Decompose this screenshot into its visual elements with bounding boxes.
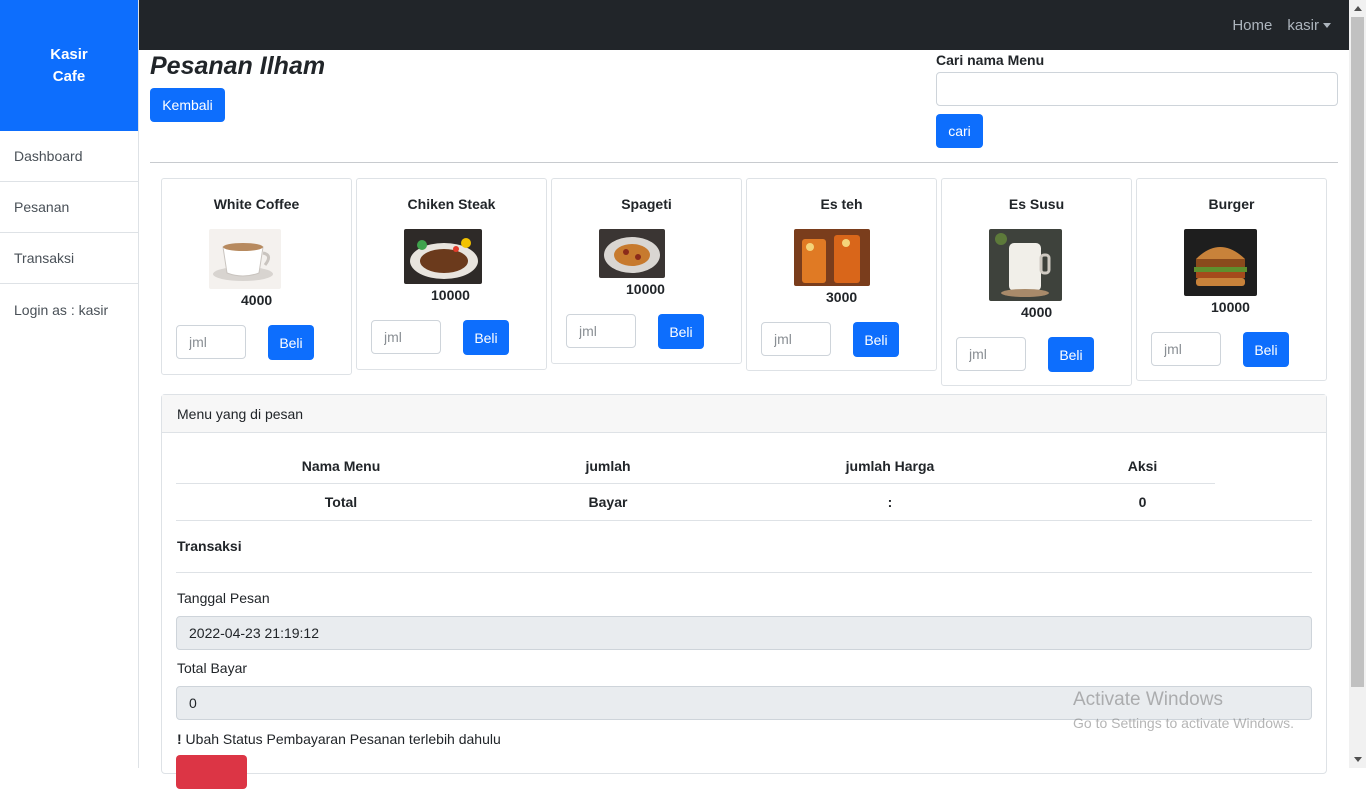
sidebar-login-info: Login as : kasir [14, 301, 109, 318]
menu-name: Es teh [820, 196, 863, 212]
payment-warning: ! Ubah Status Pembayaran Pesanan terlebi… [177, 731, 501, 747]
menu-name: Es Susu [1008, 196, 1065, 212]
white-coffee-image [209, 229, 281, 289]
date-label: Tanggal Pesan [177, 590, 270, 606]
search-input[interactable] [936, 72, 1338, 106]
quantity-input[interactable] [1151, 332, 1221, 366]
total-label: Total Bayar [177, 660, 248, 676]
brand[interactable]: Kasir Cafe [0, 0, 138, 131]
scroll-down-button[interactable] [1349, 751, 1366, 768]
scroll-up-button[interactable] [1349, 0, 1366, 17]
scroll-thumb[interactable] [1351, 17, 1364, 687]
menu-name: Chiken Steak [407, 196, 496, 212]
user-name: kasir [1287, 16, 1319, 34]
chevron-down-icon [1323, 23, 1331, 29]
menu-name: Burger [1208, 196, 1255, 212]
sidebar: Kasir Cafe Dashboard Pesanan Transaksi L… [0, 0, 139, 768]
menu-card-white-coffee: White Coffee 4000 Beli [161, 178, 352, 375]
buy-button[interactable]: Beli [463, 320, 509, 355]
total-cell: : [887, 494, 893, 510]
divider [176, 520, 1312, 521]
divider [176, 572, 1312, 573]
order-total-row: Total Bayar : 0 [176, 484, 1215, 520]
menu-card-burger: Burger 10000 Beli [1136, 178, 1327, 381]
arrow-up-icon [1353, 6, 1362, 11]
es-teh-image [794, 229, 870, 286]
total-cell: Total [324, 494, 358, 510]
order-date-field[interactable]: 2022-04-23 21:19:12 [176, 616, 1312, 650]
nav-home-link[interactable]: Home [1232, 17, 1272, 34]
activate-windows-hint: Go to Settings to activate Windows. [1073, 715, 1294, 731]
buy-button[interactable]: Beli [1243, 332, 1289, 367]
page-title: Pesanan Ilham [150, 52, 326, 80]
column-header: jumlah Harga [845, 458, 935, 474]
menu-price: 10000 [1211, 299, 1250, 315]
buy-button[interactable]: Beli [268, 325, 314, 360]
menu-price: 4000 [1021, 304, 1053, 320]
user-dropdown[interactable]: kasir [1287, 17, 1331, 34]
spageti-image [599, 229, 665, 278]
chiken-steak-image [404, 229, 482, 284]
activate-windows-watermark: Activate Windows [1073, 689, 1223, 710]
sidebar-item-dashboard[interactable]: Dashboard [0, 131, 138, 182]
buy-button[interactable]: Beli [1048, 337, 1094, 372]
warning-text: Ubah Status Pembayaran Pesanan terlebih … [181, 731, 501, 747]
buy-button[interactable]: Beli [658, 314, 704, 349]
menu-price: 4000 [241, 292, 273, 308]
menu-card-es-susu: Es Susu 4000 Beli [941, 178, 1132, 386]
back-button[interactable]: Kembali [150, 88, 225, 122]
menu-card-spageti: Spageti 10000 Beli [551, 178, 742, 364]
quantity-input[interactable] [566, 314, 636, 348]
menu-name: Spageti [621, 196, 672, 212]
quantity-input[interactable] [956, 337, 1026, 371]
sidebar-item-transaksi[interactable]: Transaksi [0, 233, 138, 284]
order-panel-header: Menu yang di pesan [162, 395, 1326, 433]
menu-price: 3000 [826, 289, 858, 305]
menu-price: 10000 [431, 287, 470, 303]
page-scrollbar[interactable] [1349, 0, 1366, 768]
es-susu-image [989, 229, 1062, 301]
quantity-input[interactable] [176, 325, 246, 359]
order-table-header: Nama Menu jumlah jumlah Harga Aksi [176, 448, 1215, 484]
menu-card-es-teh: Es teh 3000 Beli [746, 178, 937, 371]
brand-line-2: Cafe [52, 67, 86, 85]
arrow-down-icon [1353, 757, 1362, 762]
brand-line-1: Kasir [50, 45, 88, 63]
total-cell: 0 [1138, 494, 1147, 510]
buy-button[interactable]: Beli [853, 322, 899, 357]
action-button[interactable] [176, 755, 247, 789]
menu-price: 10000 [626, 281, 665, 297]
burger-image [1184, 229, 1257, 296]
total-cell: Bayar [588, 494, 628, 510]
quantity-input[interactable] [371, 320, 441, 354]
sidebar-item-pesanan[interactable]: Pesanan [0, 182, 138, 233]
search-button[interactable]: cari [936, 114, 983, 148]
transaction-title: Transaksi [177, 538, 242, 554]
menu-card-chiken-steak: Chiken Steak 10000 Beli [356, 178, 547, 370]
search-label: Cari nama Menu [936, 52, 1045, 68]
divider [150, 162, 1338, 163]
column-header: jumlah [585, 458, 631, 474]
menu-name: White Coffee [213, 196, 300, 212]
column-header: Aksi [1127, 458, 1158, 474]
quantity-input[interactable] [761, 322, 831, 356]
column-header: Nama Menu [301, 458, 381, 474]
top-navbar: Home kasir [139, 0, 1349, 50]
